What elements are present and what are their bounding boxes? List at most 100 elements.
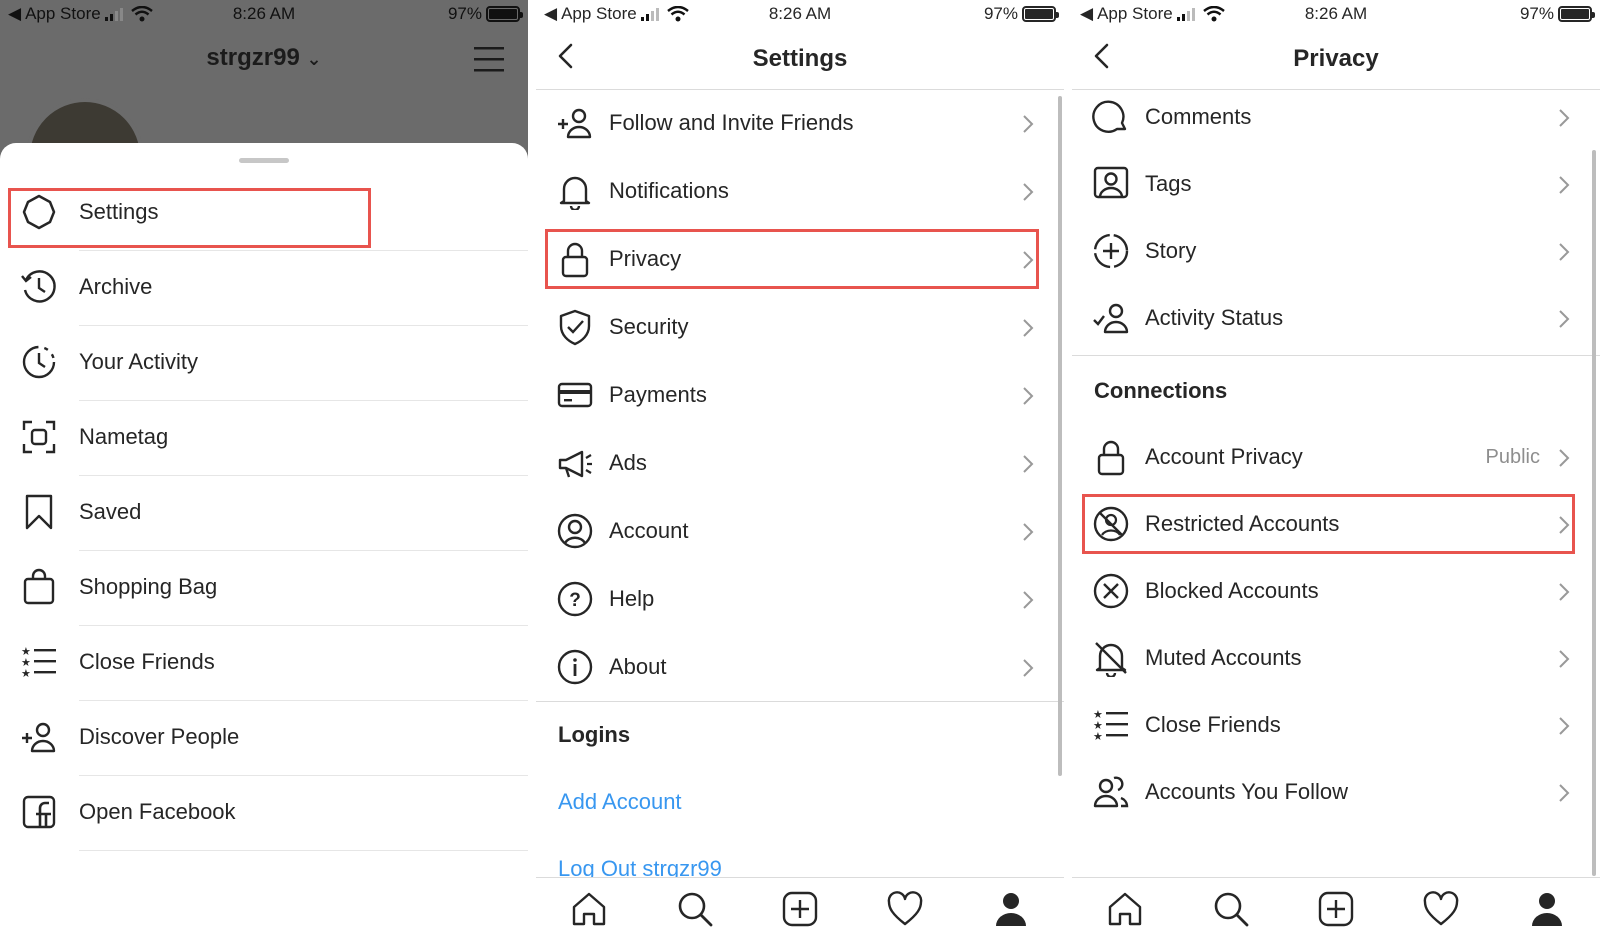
- scrollbar[interactable]: [1058, 96, 1062, 776]
- chevron-right-icon: [1022, 318, 1034, 338]
- privacy-item-comments[interactable]: Comments: [1072, 84, 1600, 152]
- battery-icon: [486, 6, 523, 22]
- activity-status-icon: [1092, 299, 1130, 337]
- chevron-right-icon: [1022, 114, 1034, 134]
- info-icon: [556, 648, 594, 686]
- privacy-item-blocked-accounts[interactable]: Blocked Accounts: [1072, 558, 1600, 626]
- settings-item-account[interactable]: Account: [536, 498, 1064, 566]
- help-icon: ?: [556, 580, 594, 618]
- menu-item-your-activity[interactable]: Your Activity: [0, 325, 528, 401]
- settings-item-about[interactable]: About: [536, 634, 1064, 702]
- privacy-item-close-friends[interactable]: ★ ★ ★ Close Friends: [1072, 692, 1600, 760]
- chevron-down-icon: ⌄: [306, 49, 322, 69]
- svg-text:★: ★: [1093, 730, 1103, 743]
- home-icon[interactable]: [1106, 890, 1144, 928]
- scrollbar[interactable]: [1592, 150, 1596, 876]
- privacy-item-accounts-you-follow[interactable]: Accounts You Follow: [1072, 759, 1600, 827]
- settings-item-security[interactable]: Security: [536, 294, 1064, 362]
- activity-heart-icon[interactable]: [1422, 890, 1460, 928]
- add-person-icon: [556, 104, 594, 142]
- privacy-item-tags[interactable]: Tags: [1072, 151, 1600, 219]
- activity-clock-icon: [20, 343, 58, 381]
- account-privacy-value: Public: [1485, 446, 1540, 468]
- status-bar: ◀ App Store 8:26 AM 97%: [536, 0, 1064, 28]
- privacy-item-label: Accounts You Follow: [1145, 779, 1349, 804]
- chevron-right-icon: [1022, 454, 1034, 474]
- settings-item-label: Help: [609, 586, 655, 611]
- profile-icon[interactable]: [992, 890, 1030, 928]
- section-divider: [1072, 355, 1600, 356]
- menu-item-nametag[interactable]: Nametag: [0, 400, 528, 476]
- archive-clock-icon: [20, 268, 58, 306]
- settings-item-notifications[interactable]: Notifications: [536, 158, 1064, 226]
- tab-bar: [536, 877, 1064, 941]
- battery-percent: 97%: [983, 4, 1018, 23]
- home-icon[interactable]: [570, 890, 608, 928]
- hamburger-menu-icon[interactable]: [474, 46, 504, 72]
- highlight-box-settings: [8, 188, 371, 248]
- close-friends-list-icon: ★ ★ ★: [1092, 706, 1130, 744]
- svg-text:?: ?: [569, 590, 581, 611]
- settings-item-follow-invite[interactable]: Follow and Invite Friends: [536, 90, 1064, 158]
- menu-item-open-facebook[interactable]: Open Facebook: [0, 775, 528, 851]
- search-icon[interactable]: [1212, 890, 1250, 928]
- account-circle-icon: [556, 512, 594, 550]
- menu-item-label: Archive: [79, 274, 153, 299]
- chevron-right-icon: [1558, 309, 1570, 329]
- activity-heart-icon[interactable]: [886, 890, 924, 928]
- privacy-item-story[interactable]: Story: [1072, 218, 1600, 286]
- following-people-icon: [1092, 773, 1130, 811]
- settings-item-ads[interactable]: Ads: [536, 430, 1064, 498]
- settings-item-help[interactable]: ? Help: [536, 566, 1064, 634]
- chevron-right-icon: [1558, 448, 1570, 468]
- tab-bar: [1072, 877, 1600, 941]
- new-post-icon[interactable]: [1317, 890, 1355, 928]
- chevron-right-icon: [1558, 582, 1570, 602]
- chevron-right-icon: [1558, 783, 1570, 803]
- privacy-item-account-privacy[interactable]: Account Privacy Public: [1072, 424, 1600, 492]
- bottom-sheet-menu: Settings Archive Your Activity Nametag S…: [0, 143, 528, 941]
- privacy-item-label: Blocked Accounts: [1145, 578, 1319, 603]
- menu-item-label: Nametag: [79, 424, 169, 449]
- chevron-right-icon: [1022, 522, 1034, 542]
- new-post-icon[interactable]: [781, 890, 819, 928]
- privacy-item-activity-status[interactable]: Activity Status: [1072, 285, 1600, 353]
- menu-item-discover-people[interactable]: Discover People: [0, 700, 528, 776]
- menu-item-close-friends[interactable]: ★ ★ ★ Close Friends: [0, 625, 528, 701]
- privacy-item-label: Activity Status: [1145, 305, 1284, 330]
- menu-item-archive[interactable]: Archive: [0, 250, 528, 326]
- username-label: strgzr99: [206, 44, 300, 71]
- chevron-right-icon: [1558, 649, 1570, 669]
- menu-item-label: Saved: [79, 499, 142, 524]
- bell-icon: [556, 172, 594, 210]
- shopping-bag-icon: [20, 568, 58, 606]
- chevron-right-icon: [1022, 590, 1034, 610]
- search-icon[interactable]: [676, 890, 714, 928]
- comment-bubble-icon: [1092, 98, 1130, 136]
- profile-username[interactable]: strgzr99 ⌄: [0, 44, 528, 72]
- status-bar: ◀ App Store 8:26 AM 97%: [0, 0, 528, 28]
- nav-bar: Settings: [536, 28, 1064, 90]
- menu-item-label: Open Facebook: [79, 799, 236, 824]
- add-account-link[interactable]: Add Account: [558, 789, 682, 815]
- settings-item-label: Follow and Invite Friends: [609, 110, 854, 135]
- menu-item-shopping-bag[interactable]: Shopping Bag: [0, 550, 528, 626]
- settings-item-label: Ads: [609, 450, 647, 475]
- highlight-box-restricted-accounts: [1082, 494, 1575, 554]
- menu-item-saved[interactable]: Saved: [0, 475, 528, 551]
- menu-item-label: Shopping Bag: [79, 574, 218, 599]
- panel-divider: [1064, 0, 1072, 941]
- privacy-item-label: Muted Accounts: [1145, 645, 1302, 670]
- story-add-icon: [1092, 232, 1130, 270]
- settings-item-payments[interactable]: Payments: [536, 362, 1064, 430]
- chevron-right-icon: [1022, 182, 1034, 202]
- privacy-item-label: Account Privacy: [1145, 444, 1303, 469]
- privacy-item-label: Close Friends: [1145, 712, 1281, 737]
- privacy-item-muted-accounts[interactable]: Muted Accounts: [1072, 625, 1600, 693]
- page-title: Privacy: [1293, 45, 1379, 72]
- sheet-grabber[interactable]: [239, 158, 289, 163]
- battery-percent: 97%: [447, 4, 482, 23]
- dimmed-profile-header: ◀ App Store 8:26 AM 97% strgzr99 ⌄: [0, 0, 528, 216]
- profile-icon[interactable]: [1528, 890, 1566, 928]
- facebook-icon: [20, 793, 58, 831]
